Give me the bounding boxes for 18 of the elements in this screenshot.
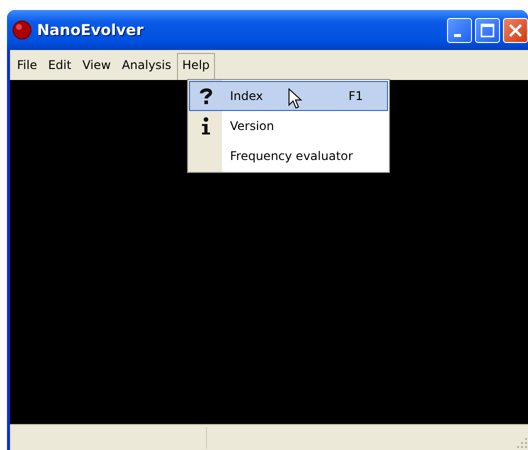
menu-option[interactable]: Index F1 xyxy=(189,81,388,111)
info-icon xyxy=(201,117,211,135)
help-icon xyxy=(199,87,213,105)
app-icon xyxy=(12,20,32,40)
menu-option[interactable]: Version xyxy=(189,111,388,141)
menu-item[interactable]: View xyxy=(77,53,116,77)
maximize-button[interactable] xyxy=(475,18,500,42)
close-button[interactable] xyxy=(503,18,528,42)
menu-item[interactable]: File xyxy=(12,53,42,77)
menu-item[interactable]: Edit xyxy=(43,53,76,77)
menu-item[interactable]: Analysis xyxy=(116,53,176,77)
mouse-pointer-icon xyxy=(288,88,302,110)
menu-option[interactable]: Frequency evaluator xyxy=(189,141,388,171)
menu-item[interactable]: Help xyxy=(177,52,215,80)
minimize-button[interactable] xyxy=(447,18,472,42)
resize-grip-icon[interactable] xyxy=(516,437,528,449)
window-title: NanoEvolver xyxy=(37,21,144,39)
minimize-icon xyxy=(454,34,460,36)
